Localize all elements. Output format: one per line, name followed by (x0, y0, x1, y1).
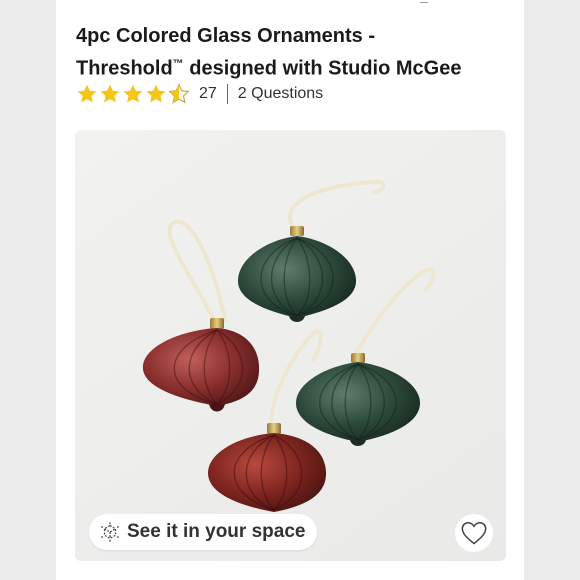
star-icon (146, 84, 166, 103)
see-in-space-label: See it in your space (127, 521, 306, 542)
ornaments-illustration (142, 179, 436, 512)
product-title: 4pc Colored Glass Ornaments - Threshold™… (76, 22, 516, 83)
rating-divider (226, 84, 228, 104)
title-rest: designed with Studio McGee (183, 57, 462, 80)
collapsed-indicator (420, 0, 428, 3)
title-brand: Threshold (76, 57, 173, 80)
star-icon (77, 84, 97, 103)
review-count[interactable]: 27 (199, 85, 217, 103)
see-in-space-button[interactable]: See it in your space (89, 514, 318, 550)
heart-outline-icon (461, 521, 487, 545)
red-ornament-left (142, 318, 260, 412)
green-ornament-top (237, 226, 357, 322)
star-icon (123, 84, 143, 103)
trademark-mark: ™ (172, 58, 184, 70)
rating-row[interactable]: 27 2 Questions (76, 82, 323, 106)
title-line-1: 4pc Colored Glass Ornaments - (76, 25, 375, 47)
product-image[interactable]: See it in your space (75, 130, 506, 561)
ar-cube-icon (100, 522, 120, 542)
favorite-button[interactable] (455, 514, 493, 552)
half-star-icon (168, 83, 190, 104)
star-icon (100, 84, 120, 103)
questions-link[interactable]: 2 Questions (238, 85, 323, 103)
green-ornament-right (295, 353, 421, 446)
red-ornament-bottom (207, 423, 327, 512)
star-rating[interactable] (76, 83, 191, 105)
